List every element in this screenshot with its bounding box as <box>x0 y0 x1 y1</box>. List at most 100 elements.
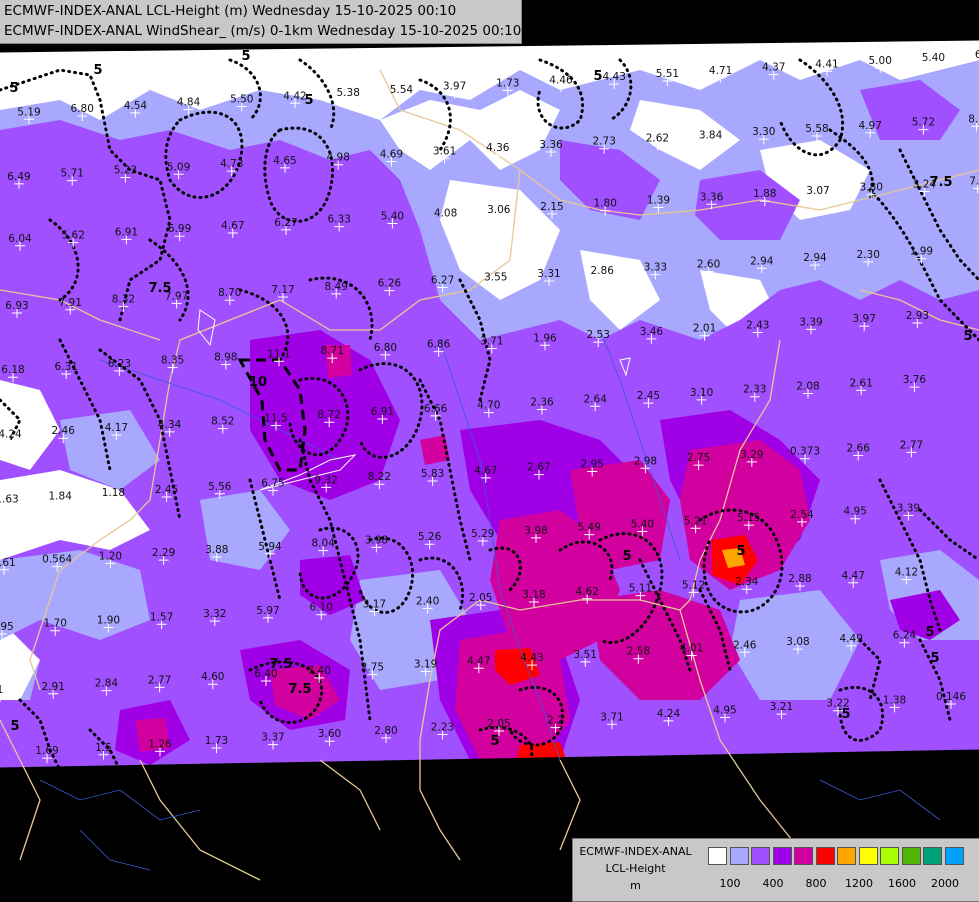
grid-value-label: 2.94 <box>803 252 827 264</box>
grid-value-label: 2.05 <box>487 718 510 730</box>
grid-value-label: 5.40 <box>381 210 404 222</box>
grid-value-label: 4.54 <box>124 100 148 112</box>
grid-value-label: 3.24 <box>913 179 937 191</box>
grid-value-label: 3.61 <box>433 145 456 157</box>
grid-value-label: 3.21 <box>770 701 793 713</box>
grid-value-label: 6.26 <box>378 278 402 290</box>
grid-value-label: 0.95 <box>0 621 14 633</box>
grid-value-label: 3.84 <box>699 129 723 141</box>
grid-value-label: 2.64 <box>584 393 608 405</box>
grid-value-label: 2.30 <box>857 249 880 261</box>
grid-value-label: 3.39 <box>897 502 920 514</box>
grid-value-label: 7.91 <box>59 297 82 309</box>
grid-value-label: 6.04 <box>8 233 32 245</box>
title-box: ECMWF-INDEX-ANAL LCL-Height (m) Wednesda… <box>0 0 522 44</box>
legend-swatch <box>901 847 921 865</box>
grid-value-label: 3.30 <box>752 126 775 138</box>
contour-value-label: 5 <box>93 63 102 78</box>
grid-value-label: 2.15 <box>540 201 563 213</box>
grid-value-label: 2.53 <box>587 329 610 341</box>
grid-value-label: 5.09 <box>167 161 190 173</box>
grid-value-label: 5.83 <box>421 468 444 480</box>
grid-value-label: 2.45 <box>637 390 660 402</box>
grid-value-label: 3.88 <box>205 544 228 556</box>
grid-value-label: 4.37 <box>762 62 785 74</box>
grid-value-label: 6.99 <box>168 223 191 235</box>
legend-tick-label: 800 <box>805 877 827 890</box>
grid-value-label: 2.40 <box>416 595 439 607</box>
grid-value-label: 6.33 <box>328 214 351 226</box>
grid-value-label: 2.62 <box>646 133 669 145</box>
grid-value-label: 2.88 <box>788 573 811 585</box>
grid-value-label: 2.86 <box>591 265 615 277</box>
grid-value-label: 6.49 <box>7 171 30 183</box>
grid-value-label: 2.77 <box>148 674 171 686</box>
grid-value-label: 4.69 <box>380 149 403 161</box>
grid-value-label: 8.98 <box>214 351 237 363</box>
grid-value-label: 2.67 <box>527 462 550 474</box>
grid-value-label: 5.54 <box>390 84 414 96</box>
grid-value-label: 2.73 <box>593 136 616 148</box>
grid-value-label: 4.73 <box>220 158 243 170</box>
grid-value-label: 3.51 <box>574 649 597 661</box>
grid-value-label: 2.84 <box>95 678 119 690</box>
grid-value-label: 5.15 <box>737 512 760 524</box>
grid-value-label: 4.62 <box>576 586 599 598</box>
grid-value-label: 3.37 <box>261 732 284 744</box>
legend-swatch <box>708 847 727 865</box>
contour-value-label: 7.5 <box>288 682 311 697</box>
legend-title-line-3: m <box>630 879 641 892</box>
grid-value-label: 5.29 <box>471 528 494 540</box>
grid-value-label: 1.20 <box>99 550 122 562</box>
grid-value-label: 2.77 <box>900 439 923 451</box>
legend-swatch <box>944 847 964 865</box>
grid-value-label: 6.18 <box>1 364 24 376</box>
grid-value-label: 8.70 <box>218 287 241 299</box>
grid-value-label: 8.35 <box>161 355 184 367</box>
grid-value-label: 4.47 <box>842 570 865 582</box>
grid-value-label: 9.32 <box>315 474 338 486</box>
grid-value-label: 2.94 <box>750 255 774 267</box>
grid-value-label: 4.97 <box>859 120 882 132</box>
grid-value-label: 6.66 <box>424 403 448 415</box>
grid-value-label: 3.80 <box>860 182 883 194</box>
grid-value-label: 2.60 <box>697 258 720 270</box>
grid-value-label: 0.373 <box>790 446 820 458</box>
title-line-1: ECMWF-INDEX-ANAL LCL-Height (m) Wednesda… <box>4 3 457 19</box>
contour-value-label: 5 <box>930 651 939 666</box>
grid-value-label: 6.91 <box>115 226 138 238</box>
grid-value-label: 5.72 <box>912 117 935 129</box>
legend-tick-label: 1600 <box>888 877 916 890</box>
grid-value-label: 4.70 <box>477 400 500 412</box>
grid-value-label: 3.46 <box>640 326 664 338</box>
title-line-2: ECMWF-INDEX-ANAL WindShear_ (m/s) 0-1km … <box>4 23 522 39</box>
grid-value-label: 5.00 <box>869 55 892 67</box>
grid-value-label: 8.72 <box>318 409 341 421</box>
grid-value-label: 4.17 <box>105 422 128 434</box>
contour-value-label: 5 <box>9 81 18 96</box>
grid-value-label: 2.95 <box>581 458 604 470</box>
grid-value-label: 0.564 <box>42 554 72 566</box>
grid-value-label: 8.04 <box>312 538 336 550</box>
grid-value-label: 5.50 <box>230 93 253 105</box>
grid-value-label: 3.07 <box>806 185 829 197</box>
grid-value-label: 6.53 <box>975 49 979 61</box>
grid-value-label: 2.46 <box>52 425 76 437</box>
grid-value-label: 2.43 <box>746 320 769 332</box>
grid-value-label: 2.08 <box>796 381 819 393</box>
grid-value-label: 8.22 <box>368 471 391 483</box>
grid-value-label: 0.146 <box>936 691 966 703</box>
grid-value-label: 6.80 <box>71 103 94 115</box>
grid-value-label: 1.5 <box>95 742 112 754</box>
grid-value-label: 4.67 <box>221 220 244 232</box>
grid-value-label: 6.24 <box>893 630 917 642</box>
grid-value-label: 6.80 <box>374 342 397 354</box>
grid-value-label: 1.69 <box>35 745 58 757</box>
grid-value-label: 1.84 <box>49 490 73 502</box>
legend-swatch <box>794 847 813 865</box>
contour-value-label: 5 <box>10 719 19 734</box>
grid-value-label: 4.01 <box>680 643 703 655</box>
grid-value-label: 3.32 <box>203 608 226 620</box>
contour-value-label: 5 <box>622 549 631 564</box>
grid-value-label: 3.18 <box>522 589 545 601</box>
